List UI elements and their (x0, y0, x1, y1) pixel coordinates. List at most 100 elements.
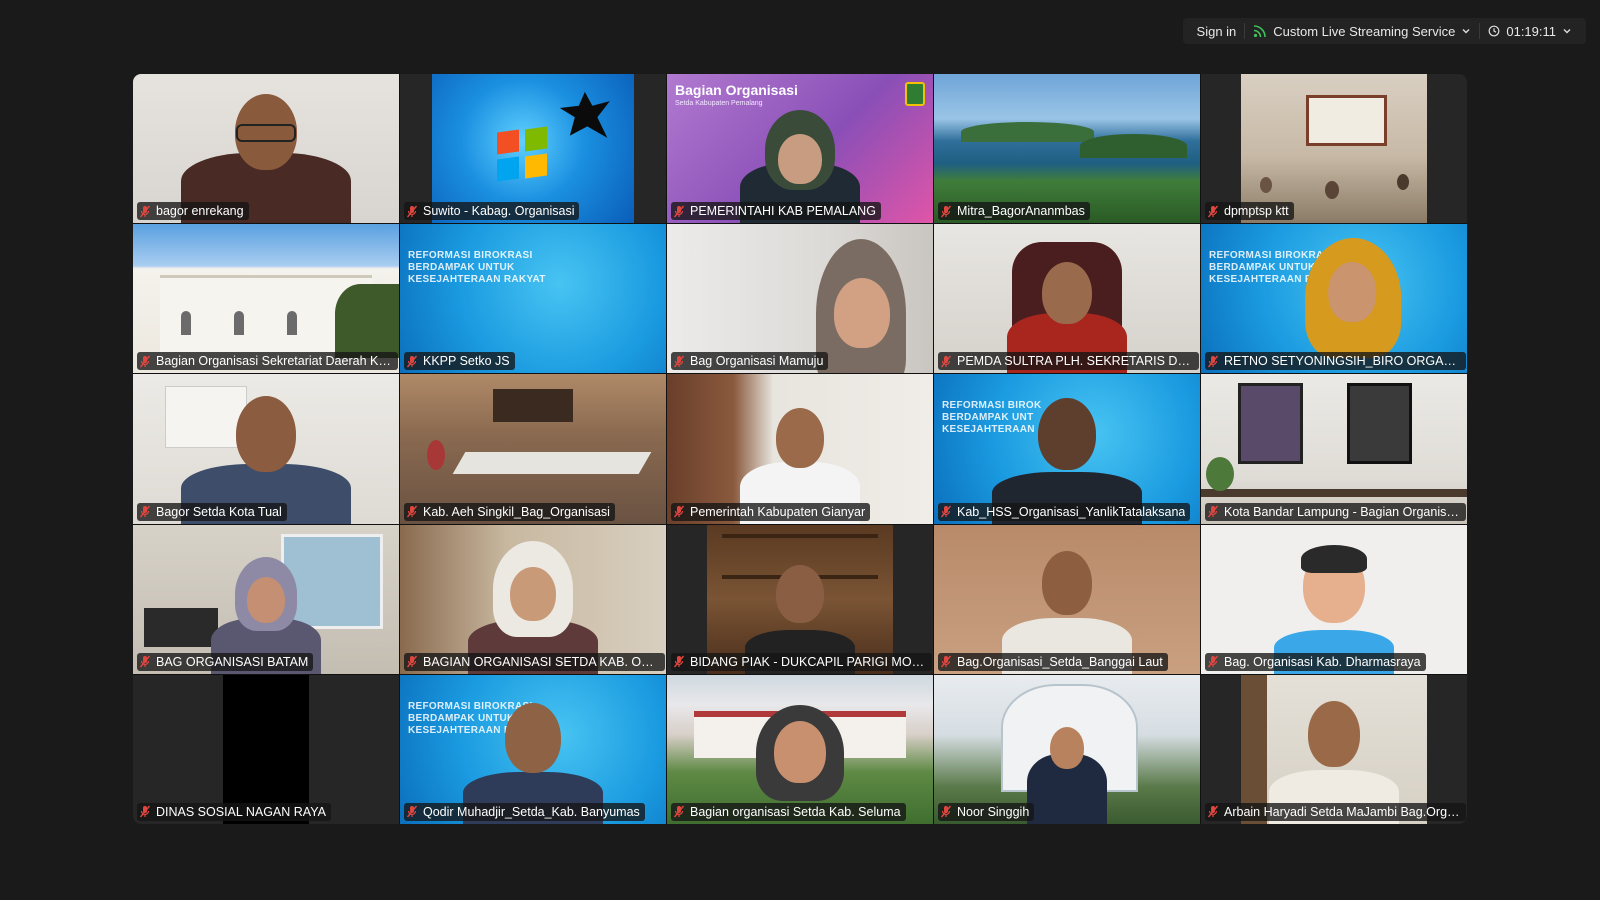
participant-video (431, 74, 635, 224)
meeting-timer-dropdown[interactable]: 01:19:11 (1480, 18, 1580, 44)
participant-video: Bagian Organisasi Setda Kabupaten Pemala… (667, 74, 933, 224)
mic-muted-icon (139, 205, 151, 218)
participant-nameplate: Bag.Organisasi_Setda_Banggai Laut (938, 652, 1168, 671)
participant-nameplate: Suwito - Kabag. Organisasi (404, 202, 580, 221)
participant-name: bagor enrekang (156, 204, 244, 219)
participant-video (667, 674, 933, 824)
participant-tile[interactable]: Bagor Setda Kota Tual (133, 374, 399, 524)
mic-muted-icon (1207, 355, 1219, 368)
chevron-down-icon (1563, 29, 1571, 34)
participant-video (133, 374, 399, 524)
mic-muted-icon (406, 505, 418, 518)
participant-video: REFORMASI BIROKRASI BERDAMPAK UNTUK KESE… (400, 224, 666, 374)
participant-tile[interactable]: Bagian organisasi Setda Kab. Seluma (667, 674, 933, 824)
participant-tile[interactable]: REFORMASI BIROKRASI BERDAMPAK UNTUK KESE… (400, 224, 666, 374)
participant-tile[interactable]: REFORMASI BIROKRA BERDAMPAK UNTUK KESEJA… (1201, 224, 1467, 374)
participant-video (934, 674, 1200, 824)
participant-video (400, 524, 666, 674)
participant-name: BIDANG PIAK - DUKCAPIL PARIGI MOUTONG (690, 654, 927, 669)
participant-tile[interactable]: BAG ORGANISASI BATAM (133, 524, 399, 674)
participant-name: Bagor Setda Kota Tual (156, 504, 282, 519)
participant-nameplate: Bagian Organisasi Sekretariat Daerah Kab… (137, 352, 398, 371)
participant-tile[interactable]: Bagian Organisasi Setda Kabupaten Pemala… (667, 74, 933, 224)
participant-tile[interactable]: Kota Bandar Lampung - Bagian Organisasi (1201, 374, 1467, 524)
mic-muted-icon (139, 505, 151, 518)
participant-video (133, 674, 399, 824)
mic-muted-icon (673, 655, 685, 668)
participant-name: PEMERINTAHI KAB PEMALANG (690, 204, 876, 219)
participant-nameplate: Bagian organisasi Setda Kab. Seluma (671, 802, 906, 821)
participant-name: Kota Bandar Lampung - Bagian Organisasi (1224, 504, 1461, 519)
participant-name: Bagian organisasi Setda Kab. Seluma (690, 804, 901, 819)
participant-name: KKPP Setko JS (423, 354, 510, 369)
participant-video (133, 524, 399, 674)
participant-tile[interactable]: Mitra_BagorAnanmbas (934, 74, 1200, 224)
participant-tile[interactable]: Kab. Aeh Singkil_Bag_Organisasi (400, 374, 666, 524)
mic-muted-icon (1207, 205, 1219, 218)
participant-nameplate: BIDANG PIAK - DUKCAPIL PARIGI MOUTONG (671, 652, 932, 671)
participant-tile[interactable]: REFORMASI BIROK BERDAMPAK UNT KESEJAHTER… (934, 374, 1200, 524)
participant-tile[interactable]: Suwito - Kabag. Organisasi (400, 74, 666, 224)
participant-tile[interactable]: BIDANG PIAK - DUKCAPIL PARIGI MOUTONG (667, 524, 933, 674)
participant-name: Noor Singgih (957, 804, 1030, 819)
mic-muted-icon (673, 355, 685, 368)
participant-name: Arbain Haryadi Setda MaJambi Bag.Organis… (1224, 804, 1461, 819)
participant-tile[interactable]: bagor enrekang (133, 74, 399, 224)
participant-nameplate: PEMDA SULTRA PLH. SEKRETARIS DAERAH (938, 352, 1199, 371)
mic-muted-icon (940, 205, 952, 218)
participant-nameplate: PEMERINTAHI KAB PEMALANG (671, 202, 881, 221)
participant-nameplate: Kab. Aeh Singkil_Bag_Organisasi (404, 502, 615, 521)
participant-tile[interactable]: Bag Organisasi Mamuju (667, 224, 933, 374)
mic-muted-icon (139, 806, 151, 818)
participant-tile[interactable]: BAGIAN ORGANISASI SETDA KAB. OKU TIMUR (400, 524, 666, 674)
participant-video: REFORMASI BIROKRASI BERDAMPAK UNTUK KESE… (400, 674, 666, 824)
participant-nameplate: Bagor Setda Kota Tual (137, 502, 287, 521)
participant-tile[interactable]: Bagian Organisasi Sekretariat Daerah Kab… (133, 224, 399, 374)
participant-nameplate: RETNO SETYONINGSIH_BIRO ORGANISASI (1205, 352, 1466, 371)
participant-tile[interactable]: DINAS SOSIAL NAGAN RAYA (133, 674, 399, 824)
streaming-label: Custom Live Streaming Service (1273, 23, 1456, 39)
sign-in-button[interactable]: Sign in (1189, 18, 1245, 44)
participant-video (133, 74, 399, 224)
participant-tile[interactable]: Noor Singgih (934, 674, 1200, 824)
participant-video (667, 224, 933, 374)
participant-video (1201, 524, 1467, 674)
participant-tile[interactable]: REFORMASI BIROKRASI BERDAMPAK UNTUK KESE… (400, 674, 666, 824)
participant-name: dpmptsp ktt (1224, 204, 1289, 219)
participant-name: RETNO SETYONINGSIH_BIRO ORGANISASI (1224, 354, 1461, 369)
participant-tile[interactable]: Pemerintah Kabupaten Gianyar (667, 374, 933, 524)
participant-nameplate: BAGIAN ORGANISASI SETDA KAB. OKU TIMUR (404, 652, 665, 671)
mic-muted-icon (406, 655, 418, 668)
participant-video (934, 524, 1200, 674)
participant-name: Bagian Organisasi Sekretariat Daerah Kab… (156, 354, 393, 369)
participant-video (934, 224, 1200, 374)
participant-tile[interactable]: dpmptsp ktt (1201, 74, 1467, 224)
virtual-background-text: REFORMASI BIROK BERDAMPAK UNT KESEJAHTER… (942, 400, 1042, 436)
participant-nameplate: Pemerintah Kabupaten Gianyar (671, 502, 871, 521)
participant-tile[interactable]: PEMDA SULTRA PLH. SEKRETARIS DAERAH (934, 224, 1200, 374)
participant-nameplate: Mitra_BagorAnanmbas (938, 202, 1090, 221)
mic-muted-icon (139, 355, 151, 368)
participant-nameplate: Bag. Organisasi Kab. Dharmasraya (1205, 652, 1426, 671)
participant-name: BAG ORGANISASI BATAM (156, 654, 309, 669)
mic-muted-icon (1207, 505, 1219, 518)
mic-muted-icon (406, 355, 418, 368)
participant-video (667, 374, 933, 524)
mic-muted-icon (139, 655, 151, 668)
mic-muted-icon (940, 355, 952, 368)
live-streaming-dropdown[interactable]: Custom Live Streaming Service (1245, 18, 1479, 44)
participant-name: DINAS SOSIAL NAGAN RAYA (156, 804, 326, 819)
participant-nameplate: dpmptsp ktt (1205, 202, 1294, 221)
mic-muted-icon (406, 806, 418, 818)
participant-video (706, 524, 894, 674)
participant-name: BAGIAN ORGANISASI SETDA KAB. OKU TIMUR (423, 654, 660, 669)
mic-muted-icon (940, 505, 952, 518)
participant-name: Bag. Organisasi Kab. Dharmasraya (1224, 654, 1421, 669)
participant-tile[interactable]: Bag.Organisasi_Setda_Banggai Laut (934, 524, 1200, 674)
participant-tile[interactable]: Arbain Haryadi Setda MaJambi Bag.Organis… (1201, 674, 1467, 824)
participant-nameplate: Bag Organisasi Mamuju (671, 352, 829, 371)
participant-nameplate: Kota Bandar Lampung - Bagian Organisasi (1205, 502, 1466, 521)
participant-tile[interactable]: Bag. Organisasi Kab. Dharmasraya (1201, 524, 1467, 674)
participant-video (934, 74, 1200, 224)
participant-nameplate: KKPP Setko JS (404, 352, 515, 371)
